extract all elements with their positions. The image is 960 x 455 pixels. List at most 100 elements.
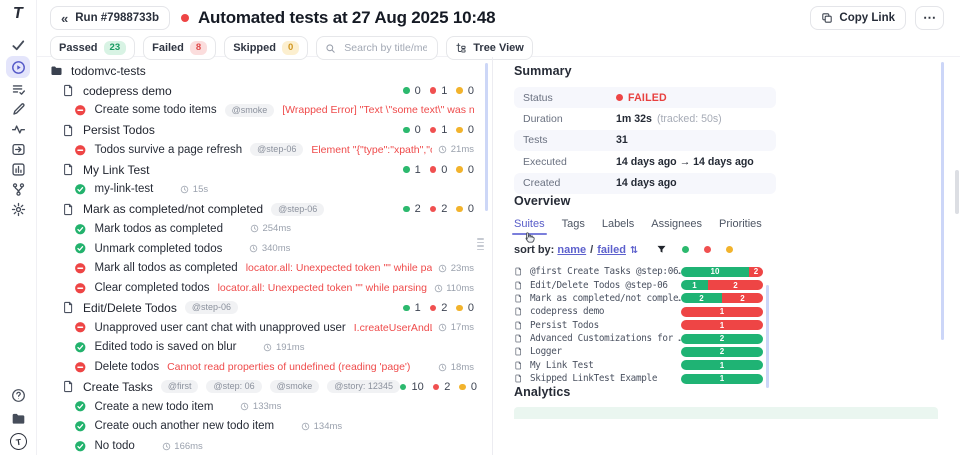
- sidebar-item-plans[interactable]: [6, 79, 30, 99]
- suite-result-row[interactable]: Edit/Delete Todos @step-0612: [514, 278, 763, 291]
- sort-by-name-link[interactable]: name: [557, 244, 586, 256]
- sort-by-failed-link[interactable]: failed: [597, 244, 626, 256]
- sidebar-item-import[interactable]: [6, 139, 30, 159]
- passed-segment: 1: [681, 280, 708, 290]
- sidebar-item-runs[interactable]: [6, 56, 30, 78]
- suite-result-row[interactable]: @first Create Tasks @step:06…102: [514, 265, 763, 278]
- tree-row-suite[interactable]: My Link Test100: [50, 160, 474, 180]
- tree-row-suite[interactable]: Persist Todos010: [50, 120, 474, 140]
- skipped-dot: [456, 127, 463, 134]
- skipped-count: 0: [468, 302, 474, 314]
- tree-row-folder[interactable]: todomvc-tests: [50, 61, 474, 81]
- summary-value: 14 days ago → 14 days ago: [616, 156, 754, 168]
- summary-row: StatusFAILED: [514, 87, 776, 108]
- tree-row-test[interactable]: Create a new todo item133ms: [50, 397, 474, 417]
- suite-name: My Link Test: [83, 163, 149, 177]
- suite-result-row[interactable]: Persist Todos1: [514, 319, 763, 332]
- legend-skipped-dot[interactable]: [726, 246, 733, 253]
- tree-row-test[interactable]: Clear completed todoslocator.all: Unexpe…: [50, 278, 474, 298]
- tasks-icon: [11, 82, 26, 97]
- sidebar-item-help[interactable]: [6, 387, 30, 403]
- page-scrollbar-thumb[interactable]: [955, 170, 959, 214]
- test-duration: 15s: [180, 184, 208, 195]
- app-logo[interactable]: T: [12, 5, 25, 23]
- suite-result-name: Edit/Delete Todos @step-06: [530, 280, 681, 291]
- legend-passed-dot[interactable]: [682, 246, 689, 253]
- test-name: Todos survive a page refresh: [95, 144, 243, 156]
- suite-result-row[interactable]: Mark as completed/not comple…22: [514, 292, 763, 305]
- summary-label: Created: [514, 177, 616, 189]
- tree-row-test[interactable]: Edited todo is saved on blur191ms: [50, 338, 474, 358]
- error-message: [Wrapped Error] "Text \"some text\" was …: [282, 104, 474, 116]
- passed-dot: [403, 305, 410, 312]
- passed-segment: 1: [681, 360, 763, 370]
- analytics-chart-preview: [514, 407, 938, 419]
- sidebar-item-tests[interactable]: [6, 35, 30, 55]
- sidebar-item-pulse[interactable]: [6, 119, 30, 139]
- search-input[interactable]: [342, 41, 429, 55]
- tree-row-test[interactable]: Todos survive a page refresh@step-06Elem…: [50, 140, 474, 160]
- suite-result-row[interactable]: My Link Test1: [514, 359, 763, 372]
- sidebar-item-analytics[interactable]: [6, 159, 30, 179]
- legend-failed-dot[interactable]: [704, 246, 711, 253]
- tree-row-test[interactable]: Create ouch another new todo item134ms: [50, 417, 474, 437]
- duration-text: 134ms: [314, 421, 343, 432]
- run-back-button[interactable]: « Run #7988733b: [50, 6, 170, 30]
- passed-segment: 1: [681, 374, 763, 384]
- tree-row-test[interactable]: Unapproved user cant chat with unapprove…: [50, 318, 474, 338]
- clock-icon: [438, 264, 447, 273]
- tree-row-test[interactable]: Create some todo items@smoke[Wrapped Err…: [50, 101, 474, 121]
- test-name: Delete todos: [95, 361, 160, 373]
- filter-funnel-icon[interactable]: [656, 244, 667, 255]
- failed-count: 2: [444, 381, 450, 393]
- skipped-count: 0: [468, 124, 474, 136]
- tree-row-suite[interactable]: Mark as completed/not completed@step-062…: [50, 199, 474, 219]
- suite-result-row[interactable]: Logger2: [514, 345, 763, 358]
- tree-row-test[interactable]: Delete todosCannot read properties of un…: [50, 357, 474, 377]
- error-message: locator.all: Unexpected token "" while p…: [218, 282, 428, 294]
- duration-text: 23ms: [451, 263, 474, 274]
- result-bar: 22: [681, 293, 763, 303]
- sidebar-item-editor[interactable]: [6, 99, 30, 119]
- tag-badge: @step-06: [185, 301, 238, 314]
- tab-suites[interactable]: Suites: [514, 218, 545, 230]
- tree-row-test[interactable]: No todo166ms: [50, 436, 474, 455]
- tab-priorities[interactable]: Priorities: [719, 218, 762, 230]
- import-icon: [11, 142, 26, 157]
- tree-row-test[interactable]: my-link-test 15s: [50, 180, 474, 200]
- pass-icon: [74, 223, 87, 236]
- tree-row-test[interactable]: Mark todos as completed254ms: [50, 219, 474, 239]
- run-id-label: Run #7988733b: [75, 12, 159, 24]
- tab-labels[interactable]: Labels: [602, 218, 634, 230]
- sidebar-item-projects[interactable]: [6, 410, 30, 426]
- tree-row-suite[interactable]: Create Tasks@first@step: 06@smoke@story:…: [50, 377, 474, 397]
- details-scrollbar[interactable]: [941, 62, 944, 340]
- suite-name: Mark as completed/not completed: [83, 202, 263, 216]
- test-name: my-link-test: [95, 183, 154, 195]
- copy-link-button[interactable]: Copy Link: [810, 6, 906, 30]
- failed-segment: 2: [708, 280, 763, 290]
- suite-list-scrollbar[interactable]: [766, 285, 769, 388]
- sidebar-item-account[interactable]: T: [6, 433, 30, 449]
- failed-count: 0: [441, 164, 447, 176]
- duration-text: 15s: [193, 184, 208, 195]
- passed-count-badge: 23: [104, 41, 127, 55]
- suite-result-row[interactable]: codepress demo1: [514, 305, 763, 318]
- tree-row-suite[interactable]: Edit/Delete Todos@step-06120: [50, 298, 474, 318]
- suite-result-row[interactable]: Skipped LinkTest Example1: [514, 372, 763, 385]
- tree-row-suite[interactable]: codepress demo010: [50, 81, 474, 101]
- panel-resize-handle[interactable]: [477, 238, 484, 250]
- tree-scrollbar[interactable]: [485, 63, 488, 211]
- tree-row-test[interactable]: Unmark completed todos340ms: [50, 239, 474, 259]
- suite-name: Persist Todos: [83, 123, 155, 137]
- more-button[interactable]: ⋯: [915, 6, 944, 30]
- skipped-dot: [456, 166, 463, 173]
- suite-result-row[interactable]: Advanced Customizations for …2: [514, 332, 763, 345]
- tab-assignees[interactable]: Assignees: [651, 218, 702, 230]
- test-name: Edited todo is saved on blur: [95, 341, 237, 353]
- failed-count: 2: [441, 203, 447, 215]
- tab-tags[interactable]: Tags: [562, 218, 585, 230]
- sidebar-item-settings[interactable]: [6, 199, 30, 219]
- tree-row-test[interactable]: Mark all todos as completedlocator.all: …: [50, 259, 474, 279]
- sidebar-item-branches[interactable]: [6, 179, 30, 199]
